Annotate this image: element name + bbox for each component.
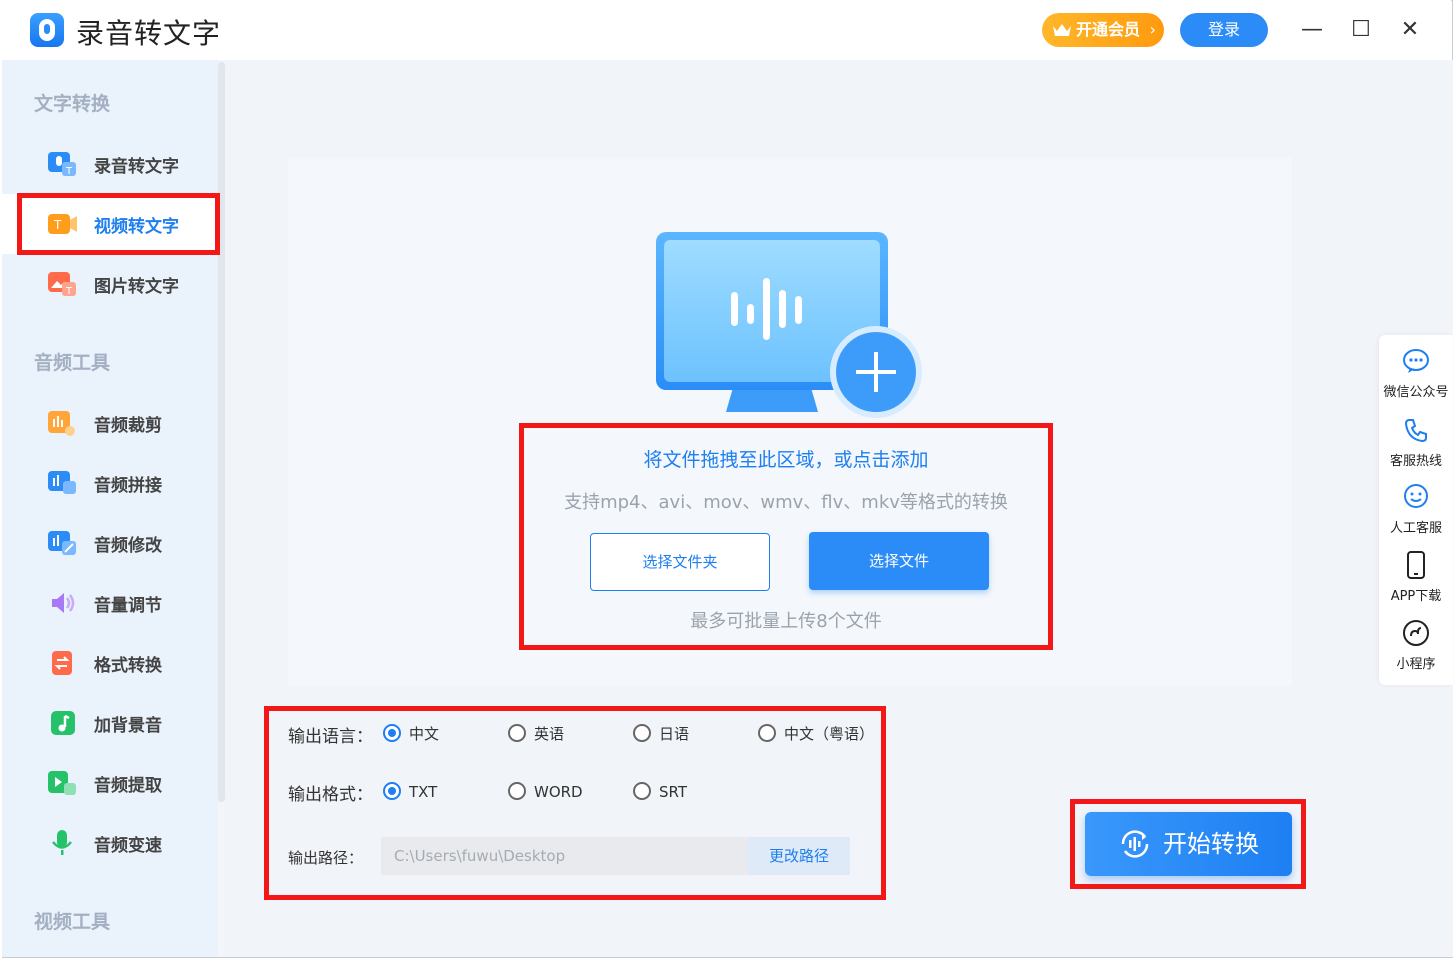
phone-icon <box>1404 419 1427 443</box>
sidebar-scrollbar-thumb[interactable] <box>218 62 225 802</box>
sidebar-item-label: 图片转文字 <box>94 277 179 297</box>
audio-merge-icon <box>48 471 76 494</box>
app-title: 录音转文字 <box>76 17 222 50</box>
highlight-video-to-text <box>17 193 220 255</box>
float-item-label: APP下载 <box>1390 589 1442 604</box>
vip-button[interactable]: 开通会员 › <box>1042 13 1164 47</box>
sidebar-item-format-convert[interactable]: 格式转换 <box>2 633 218 693</box>
sidebar-item-label: 加背景音 <box>94 716 162 736</box>
login-button[interactable]: 登录 <box>1180 13 1268 47</box>
sidebar-item-voice-to-text[interactable]: T 录音转文字 <box>2 134 218 194</box>
float-item-mini-program[interactable]: 小程序 <box>1379 619 1453 672</box>
float-item-service[interactable]: 人工客服 <box>1379 483 1453 536</box>
audio-edit-icon <box>48 531 76 555</box>
section-title-audio-tools: 音频工具 <box>34 352 111 374</box>
highlight-start-button <box>1070 799 1306 889</box>
title-bar: 录音转文字 开通会员 › 登录 — ☐ ✕ <box>0 0 1451 60</box>
audio-cut-icon <box>48 411 75 436</box>
mini-program-icon <box>1403 620 1429 646</box>
vip-button-label: 开通会员 <box>1076 20 1141 39</box>
sidebar-item-label: 音频修改 <box>94 536 162 556</box>
float-item-label: 小程序 <box>1396 657 1436 672</box>
sidebar-item-audio-edit[interactable]: 音频修改 <box>2 513 218 573</box>
right-float-panel: 微信公众号 客服热线 人工客服 APP下载 小程序 <box>1379 335 1453 685</box>
sidebar-item-label: 音频裁剪 <box>94 416 162 436</box>
format-convert-icon <box>52 651 72 675</box>
highlight-options <box>264 706 886 900</box>
app-logo-icon <box>30 13 64 47</box>
sidebar-item-label: 音频拼接 <box>94 476 162 496</box>
maximize-button[interactable]: ☐ <box>1345 14 1377 46</box>
service-icon <box>1404 484 1428 508</box>
music-note-icon <box>51 711 75 735</box>
svg-text:T: T <box>65 286 73 297</box>
float-item-wechat[interactable]: 微信公众号 <box>1379 347 1453 400</box>
sidebar-item-volume[interactable]: 音量调节 <box>2 573 218 633</box>
wechat-icon <box>1403 349 1429 373</box>
mobile-icon <box>1407 551 1425 579</box>
float-item-hotline[interactable]: 客服热线 <box>1379 416 1453 469</box>
sidebar-item-audio-merge[interactable]: 音频拼接 <box>2 453 218 513</box>
highlight-drop-zone <box>519 423 1053 650</box>
sidebar-item-audio-speed[interactable]: 音频变速 <box>2 813 218 873</box>
close-button[interactable]: ✕ <box>1394 14 1426 46</box>
float-item-app-download[interactable]: APP下载 <box>1379 551 1453 604</box>
float-item-label: 客服热线 <box>1389 454 1442 469</box>
volume-icon <box>52 593 75 613</box>
sidebar-item-audio-cut[interactable]: 音频裁剪 <box>2 393 218 453</box>
speed-mic-icon <box>52 830 72 855</box>
voice-to-text-icon: T <box>48 152 76 177</box>
sidebar-item-label: 录音转文字 <box>94 157 179 177</box>
float-item-label: 微信公众号 <box>1383 385 1449 400</box>
section-title-text-convert: 文字转换 <box>34 93 111 115</box>
sidebar-item-label: 音频变速 <box>94 836 162 856</box>
sidebar-item-audio-extract[interactable]: 音频提取 <box>2 753 218 813</box>
float-item-label: 人工客服 <box>1389 521 1442 536</box>
sidebar-item-add-bgm[interactable]: 加背景音 <box>2 693 218 753</box>
audio-extract-icon <box>48 771 76 795</box>
sidebar-item-label: 音频提取 <box>94 776 162 796</box>
monitor-add-icon <box>656 232 922 418</box>
vip-arrow-icon: › <box>1149 20 1156 39</box>
sidebar-item-label: 音量调节 <box>94 596 162 616</box>
crown-icon <box>1053 24 1071 36</box>
svg-text:T: T <box>65 166 73 177</box>
section-title-video-tools: 视频工具 <box>34 911 111 933</box>
minimize-button[interactable]: — <box>1296 14 1328 46</box>
sidebar-item-image-to-text[interactable]: T 图片转文字 <box>2 254 218 314</box>
image-to-text-icon: T <box>48 272 76 297</box>
sidebar-item-label: 格式转换 <box>94 656 162 676</box>
